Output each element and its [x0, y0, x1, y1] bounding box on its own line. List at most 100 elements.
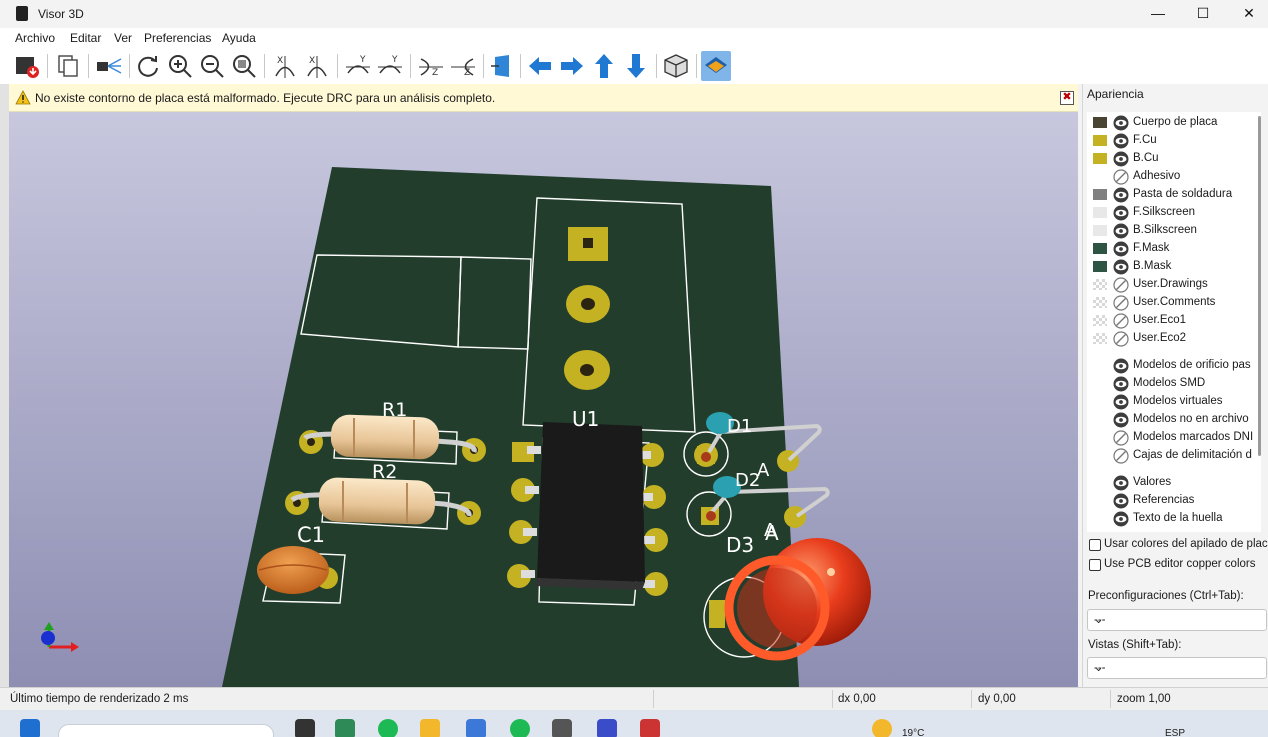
menu-archivo[interactable]: Archivo [15, 31, 55, 45]
layer-row[interactable]: Pasta de soldadura [1087, 186, 1261, 204]
taskbar-app-icon-2[interactable] [466, 719, 486, 737]
layer-list[interactable]: Cuerpo de placa F.Cu B.Cu Adhesivo Pasta de … [1087, 112, 1261, 532]
layer-color-swatch[interactable] [1093, 243, 1107, 254]
zoom-fit-icon[interactable] [229, 51, 259, 81]
presets-select[interactable]: --- ⌄ [1087, 609, 1267, 631]
stackup-colors-checkbox[interactable]: Usar colores del apilado de plac [1087, 536, 1268, 554]
move-right-icon[interactable] [557, 51, 587, 81]
layer-color-swatch[interactable] [1093, 207, 1107, 218]
layer-color-swatch[interactable] [1093, 153, 1107, 164]
eye-visible-icon[interactable] [1113, 115, 1129, 131]
hidden-icon[interactable] [1113, 169, 1129, 185]
layer-color-swatch[interactable] [1093, 117, 1107, 128]
menu-editar[interactable]: Editar [70, 31, 101, 45]
layer-row[interactable]: Modelos virtuales [1087, 393, 1261, 411]
layer-color-swatch[interactable] [1093, 225, 1107, 236]
reload-icon[interactable] [133, 51, 163, 81]
layer-row[interactable]: Cuerpo de placa [1087, 114, 1261, 132]
layer-color-swatch[interactable] [1093, 189, 1107, 200]
kicad-taskbar-icon[interactable] [597, 719, 617, 737]
move-up-icon[interactable] [589, 51, 619, 81]
layer-row[interactable]: Adhesivo [1087, 168, 1261, 186]
raytrace-icon[interactable] [94, 51, 124, 81]
layer-row[interactable]: B.Cu [1087, 150, 1261, 168]
layer-color-swatch[interactable] [1093, 333, 1107, 344]
layer-row[interactable]: Modelos marcados DNI [1087, 429, 1261, 447]
eye-visible-icon[interactable] [1113, 205, 1129, 221]
rotate-y-cw-icon[interactable]: Y [343, 51, 373, 81]
hidden-icon[interactable] [1113, 295, 1129, 311]
file-explorer-icon[interactable] [420, 719, 440, 737]
windows-start-icon[interactable] [20, 719, 40, 737]
eye-visible-icon[interactable] [1113, 223, 1129, 239]
eye-visible-icon[interactable] [1113, 133, 1129, 149]
layer-row[interactable]: User.Drawings [1087, 276, 1261, 294]
task-view-icon[interactable] [295, 719, 315, 737]
eye-visible-icon[interactable] [1113, 394, 1129, 410]
warning-close-button[interactable]: ✖ [1060, 91, 1074, 105]
layer-row[interactable]: User.Eco1 [1087, 312, 1261, 330]
eye-visible-icon[interactable] [1113, 511, 1129, 527]
zoom-in-icon[interactable] [165, 51, 195, 81]
rotate-z-ccw-icon[interactable]: Z [448, 51, 478, 81]
layer-row[interactable]: B.Mask [1087, 258, 1261, 276]
taskbar-app-icon[interactable] [335, 719, 355, 737]
export-image-icon[interactable] [12, 51, 42, 81]
eye-visible-icon[interactable] [1113, 187, 1129, 203]
layer-color-swatch[interactable] [1093, 261, 1107, 272]
layer-row[interactable]: Cajas de delimitación d [1087, 447, 1261, 465]
checkbox-box[interactable] [1089, 539, 1101, 551]
hidden-icon[interactable] [1113, 277, 1129, 293]
rotate-x-cw-icon[interactable]: X [270, 51, 300, 81]
rotate-z-cw-icon[interactable]: Z [416, 51, 446, 81]
hidden-icon[interactable] [1113, 331, 1129, 347]
eye-visible-icon[interactable] [1113, 241, 1129, 257]
layer-row[interactable]: F.Mask [1087, 240, 1261, 258]
layer-row[interactable]: Texto de la huella [1087, 510, 1261, 528]
checkbox-box[interactable] [1089, 559, 1101, 571]
orthographic-icon[interactable] [661, 51, 691, 81]
pcb-copper-colors-checkbox[interactable]: Use PCB editor copper colors [1087, 556, 1268, 574]
eye-visible-icon[interactable] [1113, 151, 1129, 167]
whatsapp-icon[interactable] [510, 719, 530, 737]
move-left-icon[interactable] [525, 51, 555, 81]
copy-icon[interactable] [53, 51, 83, 81]
menu-ayuda[interactable]: Ayuda [222, 31, 256, 45]
maximize-button[interactable]: ☐ [1180, 0, 1226, 28]
minimize-button[interactable]: — [1135, 0, 1181, 28]
layer-color-swatch[interactable] [1093, 171, 1107, 182]
taskbar-app-icon-4[interactable] [640, 719, 660, 737]
eye-visible-icon[interactable] [1113, 259, 1129, 275]
layer-row[interactable]: B.Silkscreen [1087, 222, 1261, 240]
hidden-icon[interactable] [1113, 313, 1129, 329]
rotate-y-ccw-icon[interactable]: Y [375, 51, 405, 81]
eye-visible-icon[interactable] [1113, 376, 1129, 392]
layer-row[interactable]: Modelos de orificio pas [1087, 357, 1261, 375]
eye-visible-icon[interactable] [1113, 412, 1129, 428]
flip-board-icon[interactable] [487, 51, 517, 81]
layer-row[interactable]: F.Silkscreen [1087, 204, 1261, 222]
layer-color-swatch[interactable] [1093, 135, 1107, 146]
layer-row[interactable]: Modelos no en archivo [1087, 411, 1261, 429]
layer-row[interactable]: User.Comments [1087, 294, 1261, 312]
taskbar-search[interactable] [58, 724, 274, 737]
language-indicator[interactable]: ESP [1165, 728, 1185, 737]
hidden-icon[interactable] [1113, 448, 1129, 464]
layer-color-swatch[interactable] [1093, 279, 1107, 290]
layer-row[interactable]: User.Eco2 [1087, 330, 1261, 348]
taskbar-app-icon-3[interactable] [552, 719, 572, 737]
3d-viewport[interactable]: R1 R2 C1 U1 D1 D2 D3 A A A [9, 112, 1078, 687]
layer-color-swatch[interactable] [1093, 315, 1107, 326]
menu-preferencias[interactable]: Preferencias [144, 31, 211, 45]
menu-ver[interactable]: Ver [114, 31, 132, 45]
layers-panel-icon[interactable] [701, 51, 731, 81]
spotify-icon[interactable] [378, 719, 398, 737]
close-button[interactable]: ✕ [1226, 0, 1268, 28]
move-down-icon[interactable] [621, 51, 651, 81]
hidden-icon[interactable] [1113, 430, 1129, 446]
layer-row[interactable]: Modelos SMD [1087, 375, 1261, 393]
eye-visible-icon[interactable] [1113, 475, 1129, 491]
zoom-out-icon[interactable] [197, 51, 227, 81]
layer-row[interactable]: Valores [1087, 474, 1261, 492]
layer-row[interactable]: F.Cu [1087, 132, 1261, 150]
